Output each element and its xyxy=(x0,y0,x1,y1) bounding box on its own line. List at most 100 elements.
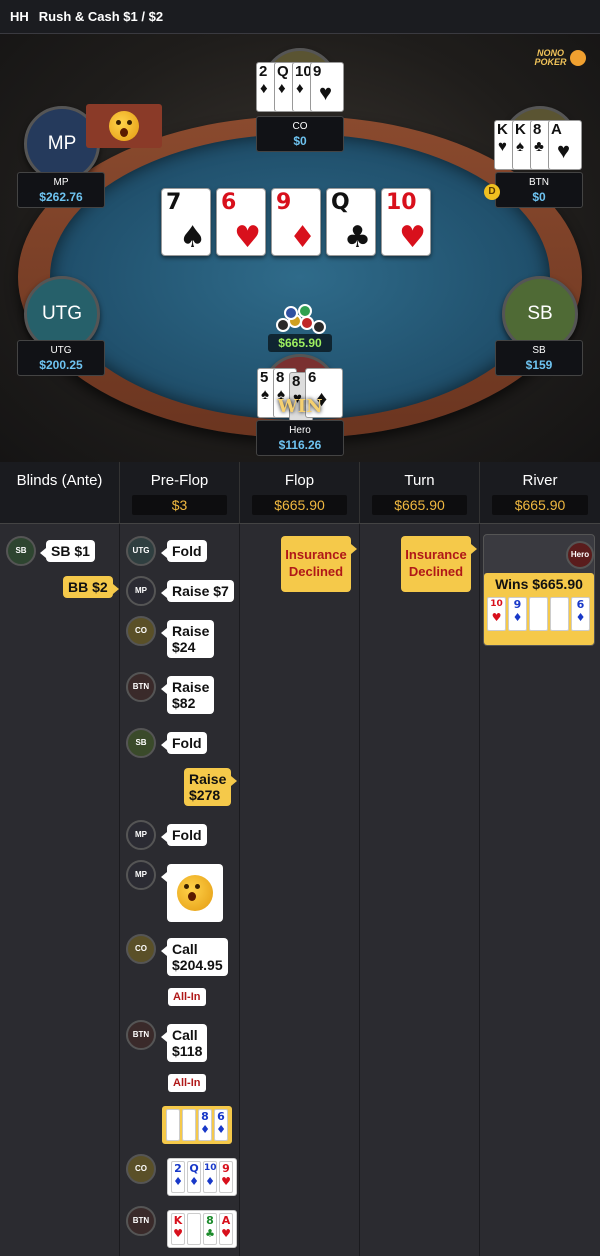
header-river: River $665.90 xyxy=(480,462,600,524)
mini-card: 10 ♦ xyxy=(203,1161,217,1193)
player-name: UTG xyxy=(50,345,72,356)
mini-card: 6 ♦ xyxy=(214,1109,228,1141)
mini-card: K ♥ xyxy=(171,1213,185,1245)
player-name: CO xyxy=(292,121,308,132)
insurance-declined-badge: Insurance Declined xyxy=(281,536,357,592)
seat-label: MP xyxy=(47,133,77,154)
player-name: BTN xyxy=(529,177,549,188)
game-title: Rush & Cash $1 / $2 xyxy=(38,9,164,24)
brand-logo: NONO POKER xyxy=(532,46,588,70)
position-badge: CO xyxy=(126,934,156,964)
seat-co-plate: CO $0 xyxy=(256,116,344,152)
action-bubble: Raise $7 xyxy=(161,580,234,602)
column-title: River xyxy=(522,472,558,489)
insurance-declined-badge: Insurance Declined xyxy=(401,536,477,592)
mini-card: A ♥ xyxy=(219,1213,233,1245)
position-badge: CO xyxy=(126,616,156,646)
co-shown-cards: 2 ♦ Q ♦ 10 ♦ 9 ♥ xyxy=(167,1158,237,1196)
player-name: SB xyxy=(532,345,546,356)
player-stack: $116.26 xyxy=(278,438,322,452)
action-bubble: Call $118 xyxy=(160,1024,208,1062)
column-pot: $3 xyxy=(132,495,227,515)
action-bubble: Raise $82 xyxy=(160,676,215,714)
header-turn: Turn $665.90 xyxy=(360,462,480,524)
position-badge: Hero xyxy=(566,541,594,569)
player-name: Hero xyxy=(289,425,311,436)
mini-card: 8 ♠ xyxy=(182,1109,196,1141)
position-badge: BTN xyxy=(126,1020,156,1050)
header-blinds: Blinds (Ante) xyxy=(0,462,120,524)
position-badge: BTN xyxy=(126,672,156,702)
win-label: WIN xyxy=(277,396,323,417)
board-card: 7 ♠ xyxy=(161,188,211,256)
action-bubble: Raise $24 xyxy=(160,620,215,658)
position-badge: MP xyxy=(126,820,156,850)
column-pot: $665.90 xyxy=(372,495,467,515)
column-pot: $665.90 xyxy=(252,495,347,515)
btn-hole-card: A ♥ xyxy=(548,120,582,170)
hero-action-bubble: BB $2 xyxy=(63,576,119,598)
mini-card: 8 ♠ xyxy=(529,597,548,631)
poker-table: NONO POKER MP MP $262.76 UTG UTG $200.25 … xyxy=(0,34,600,462)
position-badge: BTN xyxy=(126,1206,156,1236)
mini-card: 6 ♦ xyxy=(571,597,590,631)
emote-bubble xyxy=(161,864,223,922)
action-bubble: Call $204.95 xyxy=(161,938,228,976)
board-card: 10 ♥ xyxy=(381,188,431,256)
position-badge: SB xyxy=(126,728,156,758)
header-preflop: Pre-Flop $3 xyxy=(120,462,240,524)
column-title: Blinds (Ante) xyxy=(16,472,103,489)
action-bubble: Fold xyxy=(161,824,207,846)
column-pot: $665.90 xyxy=(492,495,588,515)
all-in-tag: All-In xyxy=(168,1074,206,1092)
dealer-button-icon: D xyxy=(484,184,500,200)
position-badge: SB xyxy=(6,536,36,566)
header-flop: Flop $665.90 xyxy=(240,462,360,524)
shocked-emoji-icon xyxy=(177,875,213,911)
column-title: Turn xyxy=(404,472,435,489)
player-name: MP xyxy=(53,177,69,188)
position-badge: MP xyxy=(126,576,156,606)
player-stack: $200.25 xyxy=(39,358,83,372)
shocked-emoji-icon xyxy=(109,111,139,141)
player-stack: $262.76 xyxy=(39,190,83,204)
board-card: 9 ♦ xyxy=(271,188,321,256)
mini-card: 10 ♥ xyxy=(487,597,506,631)
hand-type-label: HH xyxy=(10,9,29,24)
column-title: Flop xyxy=(284,472,315,489)
mini-card: 9 ♥ xyxy=(219,1161,233,1193)
btn-shown-cards: K ♥ K ♠ 8 ♣ A ♥ xyxy=(167,1210,237,1248)
hand-history: Blinds (Ante) Pre-Flop $3 Flop $665.90 T… xyxy=(0,462,600,1256)
board-card: Q ♣ xyxy=(326,188,376,256)
pot-amount: $665.90 xyxy=(268,334,332,352)
board-card: 6 ♥ xyxy=(216,188,266,256)
co-hole-card: 9 ♥ xyxy=(310,62,344,112)
mini-card: K ♠ xyxy=(187,1213,201,1245)
seat-btn-plate: BTN $0 xyxy=(495,172,583,208)
hero-shown-cards: 5 ♠ 8 ♠ 8 ♦ 6 ♦ xyxy=(162,1106,232,1144)
mini-card: 8 ♣ xyxy=(203,1213,217,1245)
mini-card: 8 ♦ xyxy=(198,1109,212,1141)
seat-sb-plate: SB $159 xyxy=(495,340,583,376)
player-stack: $0 xyxy=(532,190,546,204)
position-badge: MP xyxy=(126,860,156,890)
seat-mp-plate: MP $262.76 xyxy=(17,172,105,208)
win-box: Wins $665.90 10 ♥ 9 ♦ 8 ♠ 7 ♠ 6 ♦ xyxy=(484,573,594,645)
title-bar: HH Rush & Cash $1 / $2 xyxy=(0,0,600,34)
action-bubble: SB $1 xyxy=(40,540,95,562)
wins-label: Wins $665.90 xyxy=(495,576,583,592)
seat-hero-plate: Hero $116.26 xyxy=(256,420,344,456)
mini-card: Q ♦ xyxy=(187,1161,201,1193)
seat-label: SB xyxy=(527,303,553,324)
action-bubble: Fold xyxy=(161,732,207,754)
seat-utg-plate: UTG $200.25 xyxy=(17,340,105,376)
mini-card: 2 ♦ xyxy=(171,1161,185,1193)
player-stack: $159 xyxy=(525,358,553,372)
seat-label: UTG xyxy=(41,303,83,324)
hero-action-bubble: Raise $278 xyxy=(184,768,238,806)
mini-card: 5 ♠ xyxy=(166,1109,180,1141)
position-badge: CO xyxy=(126,1154,156,1184)
winning-hand: 10 ♥ 9 ♦ 8 ♠ 7 ♠ 6 ♦ xyxy=(487,597,590,631)
emote-bubble xyxy=(86,104,162,148)
all-in-tag: All-In xyxy=(168,988,206,1006)
